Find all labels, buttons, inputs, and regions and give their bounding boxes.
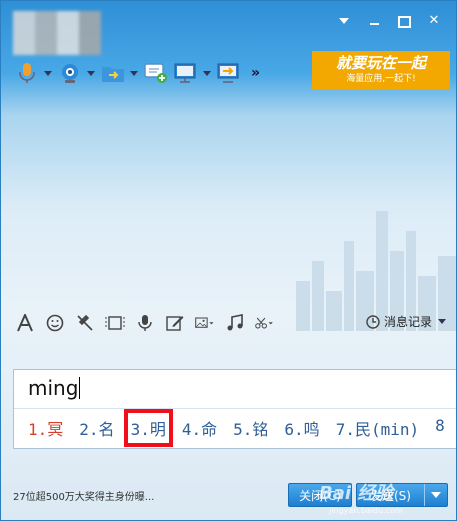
message-history-label: 消息记录 <box>383 315 432 329</box>
send-button[interactable]: 发送(S) <box>356 483 448 507</box>
banner-subline: 海量应用,一起下! <box>346 74 416 84</box>
main-toolbar: » <box>15 59 260 87</box>
ime-candidate[interactable]: 1.冥 <box>28 416 63 440</box>
add-chat-icon <box>144 61 168 85</box>
screen-share-icon <box>174 61 198 85</box>
scissors-icon[interactable] <box>255 313 275 333</box>
ime-candidate-highlighted[interactable]: 3.明 <box>123 409 173 447</box>
close-button[interactable]: 关闭(C) <box>288 483 352 507</box>
chevron-down-icon[interactable] <box>130 70 138 76</box>
ime-candidate[interactable]: 2.名 <box>79 416 114 440</box>
send-button-label: 发送(S) <box>357 484 425 506</box>
remote-assist-button[interactable] <box>217 59 241 87</box>
ad-text-link[interactable]: 27位超500万大奖得主身份曝... <box>13 488 154 503</box>
video-call-button[interactable] <box>58 59 95 87</box>
ime-candidate[interactable]: 6.鸣 <box>284 416 319 440</box>
font-icon[interactable] <box>15 313 35 333</box>
ime-candidate[interactable]: 5.铭 <box>233 416 268 440</box>
microphone-icon <box>15 61 39 85</box>
clock-icon <box>366 314 380 329</box>
ime-divider <box>14 408 456 409</box>
input-toolbar <box>15 311 275 335</box>
close-icon[interactable]: ✕ <box>426 13 442 29</box>
gif-icon[interactable] <box>105 313 125 333</box>
voice-call-button[interactable] <box>15 59 52 87</box>
music-icon[interactable] <box>225 313 245 333</box>
send-file-button[interactable] <box>101 59 138 87</box>
doodle-icon[interactable] <box>165 313 185 333</box>
ime-candidate-list: 1.冥 2.名 3.明 4.命 5.铭 6.鸣 7.民(min) 8 <box>28 409 456 447</box>
send-options-chevron-icon[interactable] <box>425 484 447 506</box>
chevron-down-icon[interactable] <box>44 70 52 76</box>
ime-candidate[interactable]: 7.民(min) <box>336 416 419 440</box>
contact-avatar[interactable] <box>13 11 101 55</box>
more-tools-button[interactable]: » <box>251 65 260 81</box>
maximize-icon[interactable] <box>396 13 412 29</box>
promo-banner[interactable]: 就要玩在一起 海量应用,一起下! <box>312 51 450 89</box>
ime-candidate[interactable]: 4.命 <box>182 416 217 440</box>
chevron-down-icon[interactable] <box>203 70 211 76</box>
file-transfer-icon <box>101 61 125 85</box>
chevron-down-icon[interactable] <box>87 70 95 76</box>
nudge-icon[interactable] <box>75 313 95 333</box>
banner-headline: 就要玩在一起 <box>335 54 426 72</box>
ime-candidate[interactable]: 8 <box>435 416 445 440</box>
chat-window: ✕ » 就要玩在一起 海量应用,一起下! 消息记录 ming 1.冥 2.名 3… <box>0 0 457 521</box>
window-menu-icon[interactable] <box>336 13 352 29</box>
chevron-down-icon <box>438 319 446 324</box>
picture-icon[interactable] <box>195 313 215 333</box>
emoji-icon[interactable] <box>45 313 65 333</box>
voice-message-icon[interactable] <box>135 313 155 333</box>
message-history-button[interactable]: 消息记录 <box>366 313 446 330</box>
webcam-icon <box>58 61 82 85</box>
skyline-background-image <box>296 211 456 331</box>
text-cursor <box>79 377 81 399</box>
ime-composition[interactable]: ming <box>28 376 81 400</box>
screen-share-button[interactable] <box>174 59 211 87</box>
ime-candidate-window: ming 1.冥 2.名 3.明 4.命 5.铭 6.鸣 7.民(min) 8 <box>13 369 456 449</box>
remote-assist-icon <box>217 61 241 85</box>
minimize-icon[interactable] <box>366 13 382 29</box>
new-discussion-button[interactable] <box>144 59 168 87</box>
ime-composition-text: ming <box>28 376 79 400</box>
window-controls: ✕ <box>336 13 442 29</box>
